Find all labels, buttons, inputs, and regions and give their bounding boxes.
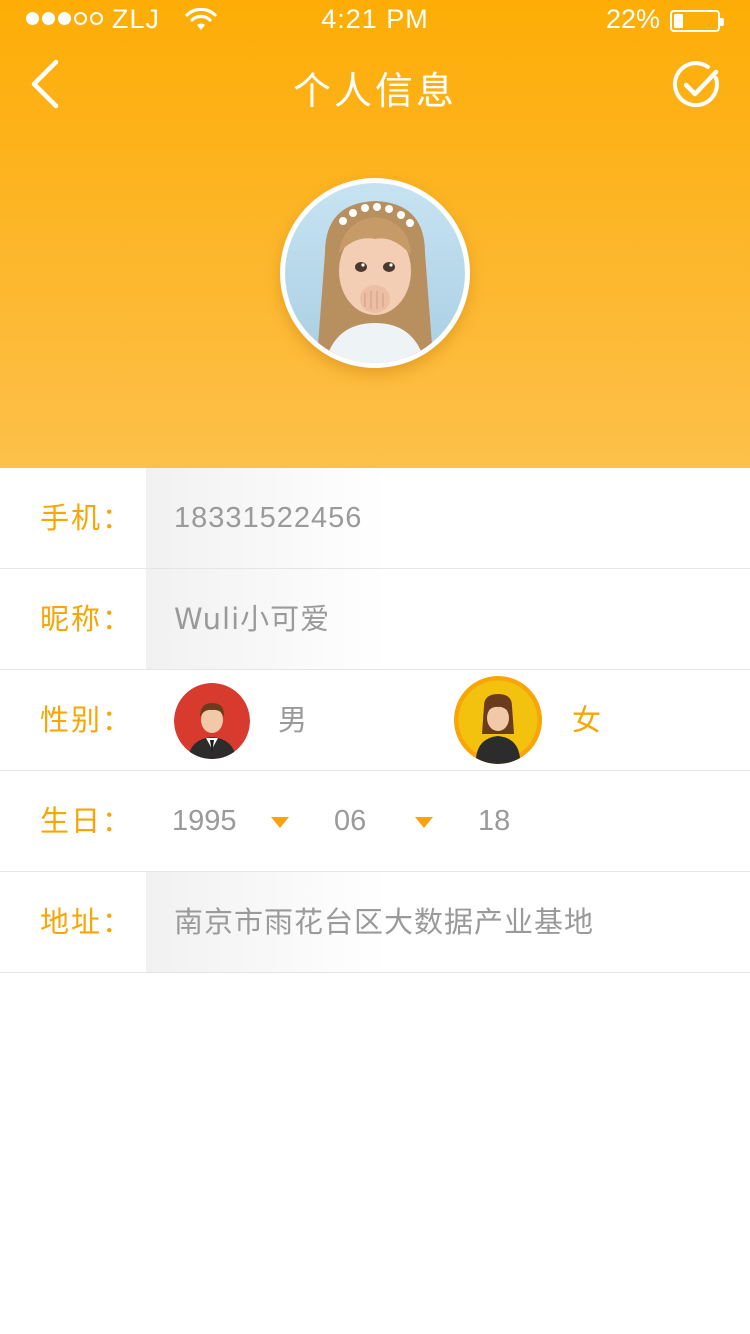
birth-month[interactable]: 06 <box>334 771 366 871</box>
female-avatar-icon <box>454 676 542 764</box>
male-avatar-icon <box>174 683 250 759</box>
nickname-field[interactable]: Wuli小可爱 <box>146 569 750 669</box>
phone-field[interactable]: 18331522456 <box>146 468 750 568</box>
birthday-row: 生日： 1995 06 18 <box>0 771 750 872</box>
birth-year[interactable]: 1995 <box>172 771 237 871</box>
phone-value: 18331522456 <box>174 502 363 534</box>
nickname-value: Wuli小可爱 <box>174 602 331 636</box>
battery-percent: 22% <box>605 4 660 34</box>
month-dropdown-icon[interactable] <box>415 817 433 828</box>
address-label: 地址： <box>40 905 134 939</box>
address-field[interactable]: 南京市雨花台区大数据产业基地 <box>146 872 750 972</box>
nickname-label: 昵称： <box>40 602 134 636</box>
profile-header: ZLJ 4:21 PM 22% 个人信息 <box>0 0 750 468</box>
gender-label: 性别： <box>40 703 134 737</box>
page-title: 个人信息 <box>292 69 457 113</box>
gender-option-female[interactable]: 女 <box>454 670 634 770</box>
profile-form: 手机： 18331522456 昵称： Wuli小可爱 性别： 男 女 生日： … <box>0 468 750 973</box>
birth-day[interactable]: 18 <box>478 771 510 871</box>
phone-row: 手机： 18331522456 <box>0 468 750 569</box>
nickname-row: 昵称： Wuli小可爱 <box>0 569 750 670</box>
female-label: 女 <box>572 703 602 737</box>
year-dropdown-icon[interactable] <box>271 817 289 828</box>
gender-option-male[interactable]: 男 <box>174 670 334 770</box>
battery-icon <box>670 10 724 32</box>
male-label: 男 <box>278 703 308 737</box>
check-circle-icon[interactable] <box>672 60 722 110</box>
girl-portrait-avatar <box>285 183 465 363</box>
status-bar: ZLJ 4:21 PM 22% <box>0 0 750 44</box>
address-row: 地址： 南京市雨花台区大数据产业基地 <box>0 872 750 973</box>
address-value: 南京市雨花台区大数据产业基地 <box>174 905 595 939</box>
phone-label: 手机： <box>40 501 134 535</box>
gender-row: 性别： 男 女 <box>0 670 750 771</box>
birthday-label: 生日： <box>40 804 134 838</box>
profile-avatar[interactable] <box>280 178 470 368</box>
